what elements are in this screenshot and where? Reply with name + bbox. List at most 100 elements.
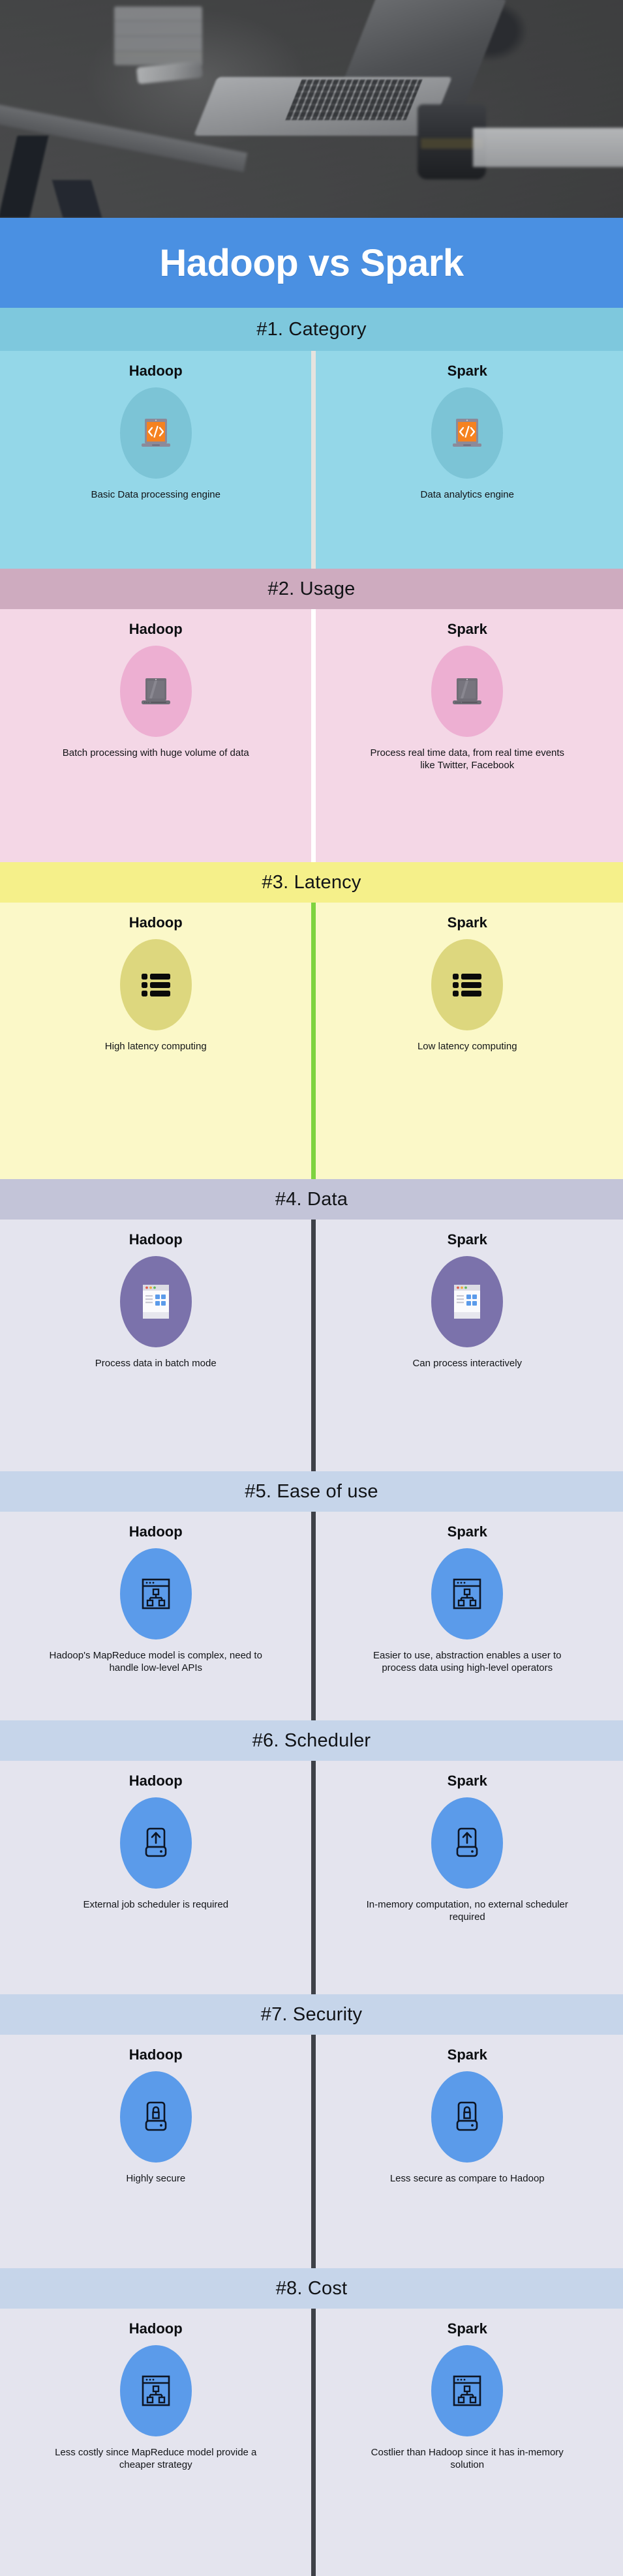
column-left-8: Hadoop Less costly since MapReduce model … <box>0 2309 312 2576</box>
column-divider-4 <box>311 1220 316 1471</box>
column-title-left: Hadoop <box>129 363 183 379</box>
section-heading-label: #5. Ease of use <box>245 1480 378 1502</box>
section-body-1: Hadoop Basic Data processing engine Spark D… <box>0 351 623 569</box>
section-heading-label: #7. Security <box>260 2003 363 2025</box>
section-heading-label: #3. Latency <box>262 871 361 893</box>
section-4: #4. Data Hadoop Process data in batch mode… <box>0 1179 623 1471</box>
padlock-icon-badge <box>431 2071 504 2163</box>
column-description-right: In-memory computation, no external sched… <box>366 1899 568 1923</box>
section-1: #1. Category Hadoop Basic Data processing … <box>0 308 623 569</box>
column-title-right: Spark <box>447 1231 487 1248</box>
sitemap-window-icon <box>446 2370 488 2412</box>
dashboard-window-icon-badge <box>431 1256 504 1347</box>
column-description-left: Less costly since MapReduce model provid… <box>55 2447 257 2470</box>
section-5: #5. Ease of use Hadoop Hadoop's MapReduce … <box>0 1471 623 1720</box>
column-right-3: Spark Low latency computing <box>312 903 623 1179</box>
column-description-right: Process real time data, from real time e… <box>370 747 565 771</box>
section-heading-label: #1. Category <box>256 318 367 340</box>
upload-arrow-icon <box>135 1822 177 1864</box>
list-icon <box>446 964 488 1006</box>
section-body-6: Hadoop External job scheduler is required… <box>0 1761 623 1994</box>
laptop-icon-badge <box>431 646 504 737</box>
code-laptop-icon <box>446 412 488 454</box>
section-heading-7: #7. Security <box>0 1994 623 2035</box>
dashboard-window-icon <box>135 1281 177 1323</box>
column-title-right: Spark <box>447 621 487 637</box>
section-heading-6: #6. Scheduler <box>0 1720 623 1761</box>
column-description-left: Highly secure <box>126 2173 186 2184</box>
section-6: #6. Scheduler Hadoop External job schedule… <box>0 1720 623 1994</box>
column-left-6: Hadoop External job scheduler is required <box>0 1761 312 1994</box>
column-left-2: Hadoop Batch processing with huge volume … <box>0 609 312 862</box>
column-description-left: Hadoop's MapReduce model is complex, nee… <box>49 1650 262 1673</box>
sitemap-window-icon-badge <box>431 2345 504 2436</box>
section-heading-2: #2. Usage <box>0 569 623 609</box>
column-title-right: Spark <box>447 2046 487 2063</box>
section-heading-8: #8. Cost <box>0 2268 623 2309</box>
column-right-1: Spark Data analytics engine <box>312 351 623 569</box>
column-title-left: Hadoop <box>129 621 183 637</box>
paper-stack <box>114 7 202 65</box>
column-right-4: Spark Can process interactively <box>312 1220 623 1471</box>
section-2: #2. Usage Hadoop Batch processing with hug… <box>0 569 623 862</box>
column-divider-2 <box>311 609 316 862</box>
dashboard-window-icon <box>446 1281 488 1323</box>
sitemap-window-icon <box>446 1573 488 1615</box>
upload-arrow-icon-badge <box>431 1797 504 1889</box>
laptop-keyboard <box>285 80 423 120</box>
column-description-right: Low latency computing <box>417 1041 517 1052</box>
padlock-icon-badge <box>119 2071 192 2163</box>
column-description-right: Easier to use, abstraction enables a use… <box>372 1650 562 1673</box>
column-title-right: Spark <box>447 363 487 379</box>
column-title-right: Spark <box>447 1523 487 1540</box>
column-right-7: Spark Less secure as compare to Hadoop <box>312 2035 623 2268</box>
column-title-left: Hadoop <box>129 1773 183 1789</box>
sitemap-window-icon-badge <box>431 1548 504 1640</box>
padlock-icon <box>135 2096 177 2138</box>
section-7: #7. Security Hadoop Highly secure Spark Less… <box>0 1994 623 2268</box>
section-body-7: Hadoop Highly secure Spark Less secure as c… <box>0 2035 623 2268</box>
column-divider-6 <box>311 1761 316 1994</box>
section-heading-label: #4. Data <box>275 1188 348 1210</box>
column-left-3: Hadoop High latency computing <box>0 903 312 1179</box>
column-left-4: Hadoop Process data in batch mode <box>0 1220 312 1471</box>
column-divider-7 <box>311 2035 316 2268</box>
laptop-icon-badge <box>119 646 192 737</box>
column-description-left: Process data in batch mode <box>95 1358 217 1369</box>
hero-image <box>0 0 623 218</box>
desk-object-right <box>473 128 623 167</box>
section-heading-4: #4. Data <box>0 1179 623 1220</box>
code-laptop-icon <box>135 412 177 454</box>
column-description-left: Batch processing with huge volume of dat… <box>62 747 249 758</box>
column-divider-8 <box>311 2309 316 2576</box>
column-description-left: External job scheduler is required <box>83 1899 229 1910</box>
list-icon-badge <box>431 939 504 1030</box>
column-title-right: Spark <box>447 1773 487 1789</box>
column-description-right: Can process interactively <box>412 1358 523 1369</box>
column-right-8: Spark Costlier than Hadoop since it has i… <box>312 2309 623 2576</box>
sitemap-window-icon-badge <box>119 2345 192 2436</box>
page-title: Hadoop vs Spark <box>159 241 464 284</box>
laptop-icon <box>446 670 488 712</box>
column-title-left: Hadoop <box>129 2046 183 2063</box>
column-divider-1 <box>311 351 316 569</box>
comparison-sections: #1. Category Hadoop Basic Data processing … <box>0 308 623 2576</box>
padlock-icon <box>446 2096 488 2138</box>
column-divider-3 <box>311 903 316 1179</box>
column-description-right: Less secure as compare to Hadoop <box>389 2173 545 2184</box>
section-heading-label: #6. Scheduler <box>252 1730 371 1751</box>
column-left-5: Hadoop Hadoop's MapReduce model is comple… <box>0 1512 312 1720</box>
section-body-3: Hadoop High latency computing Spark Low lat… <box>0 903 623 1179</box>
column-description-right: Costlier than Hadoop since it has in-mem… <box>371 2447 564 2470</box>
column-right-6: Spark In-memory computation, no external … <box>312 1761 623 1994</box>
column-divider-5 <box>311 1512 316 1720</box>
code-laptop-icon-badge <box>431 387 504 479</box>
section-heading-label: #2. Usage <box>267 578 356 599</box>
upload-arrow-icon-badge <box>119 1797 192 1889</box>
list-icon <box>135 964 177 1006</box>
column-right-5: Spark Easier to use, abstraction enables … <box>312 1512 623 1720</box>
upload-arrow-icon <box>446 1822 488 1864</box>
list-icon-badge <box>119 939 192 1030</box>
section-body-5: Hadoop Hadoop's MapReduce model is comple… <box>0 1512 623 1720</box>
column-title-left: Hadoop <box>129 1231 183 1248</box>
